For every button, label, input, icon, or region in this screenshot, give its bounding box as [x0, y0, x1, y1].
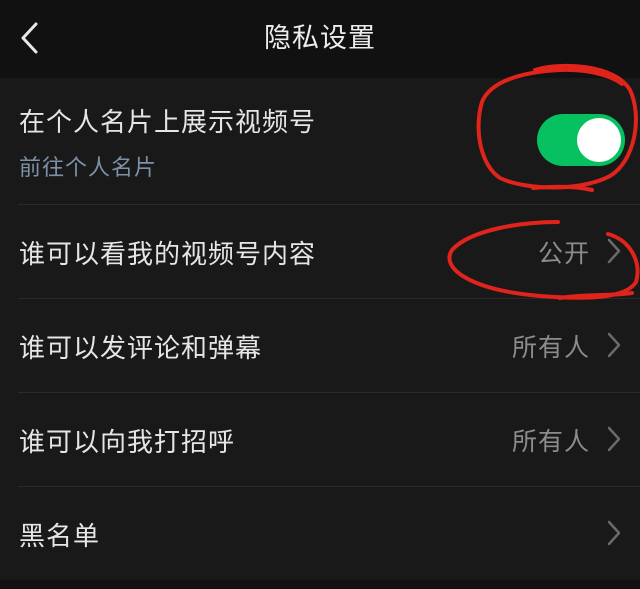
settings-list: 在个人名片上展示视频号 前往个人名片 谁可以看我的视频号内容 公开 谁可以发评论…: [0, 78, 640, 580]
who-can-view-value: 公开: [537, 239, 590, 268]
who-can-comment-value: 所有人: [511, 333, 590, 362]
chevron-right-icon: [607, 332, 621, 358]
chevron-right-icon: [607, 426, 621, 452]
page-title: 隐私设置: [264, 23, 376, 54]
chevron-right-icon: [607, 520, 621, 546]
blacklist-row[interactable]: 黑名单: [0, 486, 640, 580]
blacklist-label: 黑名单: [19, 522, 101, 552]
show-channel-label: 在个人名片上展示视频号: [19, 108, 317, 138]
who-can-view-label: 谁可以看我的视频号内容: [19, 240, 317, 270]
show-channel-row: 在个人名片上展示视频号 前往个人名片: [0, 78, 640, 204]
show-channel-toggle[interactable]: [537, 114, 625, 166]
who-can-greet-label: 谁可以向我打招呼: [19, 428, 236, 458]
who-can-greet-value: 所有人: [511, 427, 590, 456]
nav-bar: 隐私设置: [0, 0, 640, 78]
who-can-comment-row[interactable]: 谁可以发评论和弹幕 所有人: [0, 298, 640, 392]
who-can-view-row[interactable]: 谁可以看我的视频号内容 公开: [0, 204, 640, 298]
go-to-profile-card-link[interactable]: 前往个人名片: [19, 150, 157, 182]
who-can-greet-row[interactable]: 谁可以向我打招呼 所有人: [0, 392, 640, 486]
chevron-right-icon: [607, 238, 621, 264]
who-can-comment-label: 谁可以发评论和弹幕: [19, 334, 263, 364]
toggle-knob: [577, 118, 621, 162]
